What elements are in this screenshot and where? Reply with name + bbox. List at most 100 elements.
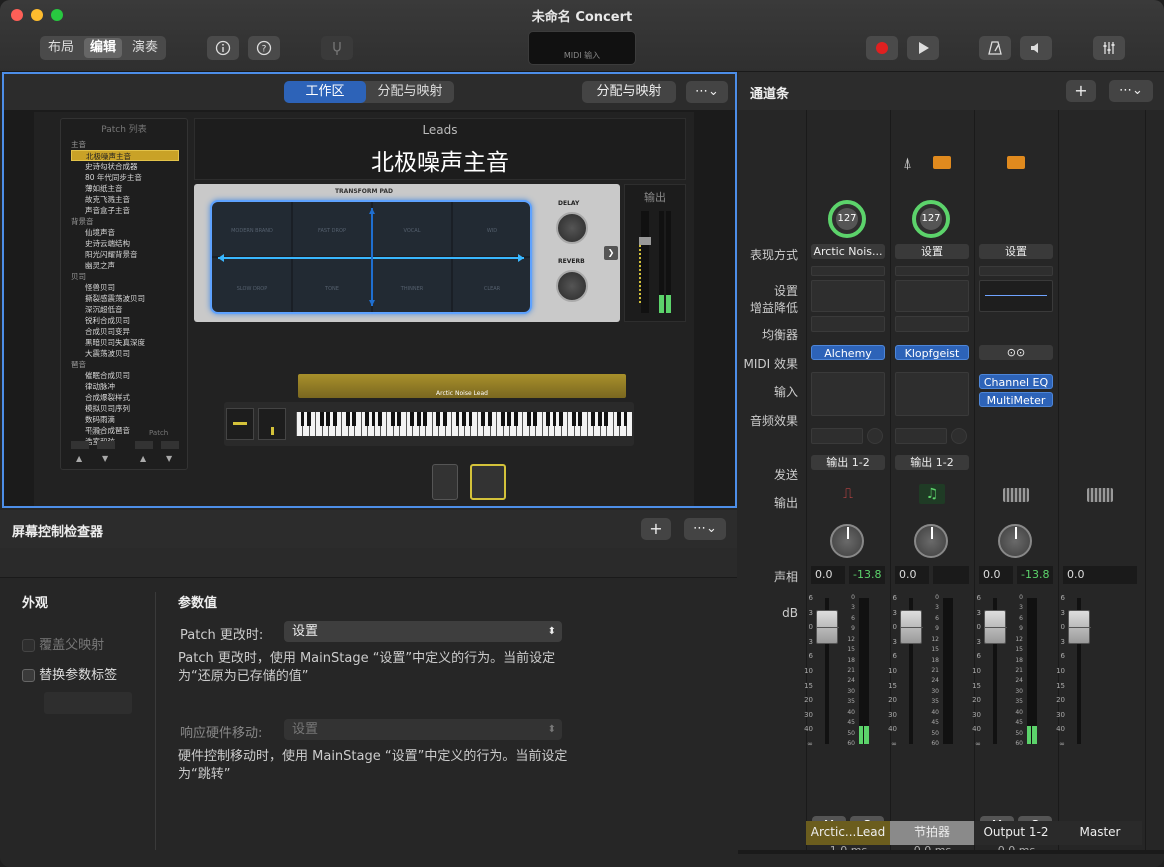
fader-handle[interactable] — [1068, 610, 1091, 645]
mode-perform-tab[interactable]: 演奏 — [126, 38, 164, 58]
fader-handle[interactable] — [900, 610, 923, 645]
output-fader-handle[interactable] — [639, 237, 651, 245]
patch-list-item[interactable]: 80 年代同步主音 — [61, 172, 187, 183]
pan-knob[interactable] — [830, 524, 864, 558]
black-key[interactable] — [416, 412, 421, 426]
black-key[interactable] — [546, 412, 550, 426]
black-key[interactable] — [500, 412, 505, 426]
black-key[interactable] — [306, 412, 311, 426]
black-key[interactable] — [319, 412, 324, 426]
settings-slot[interactable]: 设置 — [895, 244, 969, 259]
db-value[interactable]: 0.0 — [895, 566, 929, 584]
add-button[interactable]: + — [641, 518, 671, 540]
patch-list-item[interactable]: 律动脉冲 — [61, 381, 187, 392]
patch-field-2[interactable] — [161, 441, 179, 449]
next-page-arrow-icon[interactable]: ❯ — [604, 246, 618, 260]
pitch-wheel[interactable] — [226, 408, 254, 440]
pan-knob[interactable] — [914, 524, 948, 558]
inspector-more-button[interactable]: ⋯⌄ — [684, 518, 726, 540]
patch-up-arrow-icon[interactable]: ▲ — [140, 454, 146, 463]
folder-icon[interactable] — [933, 156, 951, 169]
black-key[interactable] — [442, 412, 447, 426]
patch-list-item[interactable]: 怪兽贝司 — [61, 282, 187, 293]
eq-slot[interactable] — [811, 280, 885, 312]
patch-list-item[interactable]: 深沉超低音 — [61, 304, 187, 315]
patch-change-select[interactable]: 设置 ⬍ — [284, 621, 562, 642]
add-channel-button[interactable]: + — [1066, 80, 1096, 102]
send-slot[interactable] — [811, 428, 863, 444]
audio-interface-icon[interactable] — [1003, 488, 1029, 502]
expression-pedal[interactable] — [432, 464, 458, 500]
send-slot[interactable] — [895, 428, 947, 444]
output-slot[interactable]: 输出 1-2 — [811, 455, 885, 470]
help-button[interactable]: ? — [248, 36, 280, 60]
black-key[interactable] — [371, 412, 376, 426]
metronome-icon[interactable]: ⍋ — [903, 154, 912, 172]
mode-edit-tab[interactable]: 编辑 — [84, 38, 122, 58]
black-key[interactable] — [410, 412, 415, 426]
sustain-pedal[interactable] — [470, 464, 506, 500]
speaker-button[interactable] — [1020, 36, 1052, 60]
patch-list-item[interactable]: 锐利合成贝司 — [61, 315, 187, 326]
eq-slot[interactable] — [979, 280, 1053, 312]
black-key[interactable] — [552, 412, 557, 426]
gain-reduction-slot[interactable] — [811, 266, 885, 276]
patch-list-item[interactable]: 故克飞溅主音 — [61, 194, 187, 205]
patch-list-item[interactable]: 大震荡波贝司 — [61, 348, 187, 359]
patch-list-item[interactable]: 合成贝司变异 — [61, 326, 187, 337]
patch-list-item[interactable]: 合成爆裂样式 — [61, 392, 187, 403]
keyboard-stand-icon[interactable]: ⎍ — [835, 484, 861, 504]
db-value[interactable]: 0.0 — [811, 566, 845, 584]
hw-move-select[interactable]: 设置 ⬍ — [284, 719, 562, 740]
audio-fx-slot[interactable] — [811, 372, 885, 416]
black-key[interactable] — [468, 412, 473, 426]
patch-list-item[interactable]: 史诗云端结构 — [61, 238, 187, 249]
black-key[interactable] — [533, 412, 537, 426]
settings-slot[interactable]: 设置 — [979, 244, 1053, 259]
record-button[interactable] — [866, 36, 898, 60]
black-key[interactable] — [487, 412, 492, 426]
channel-name-tab[interactable]: Arctic...Lead — [806, 821, 890, 845]
patch-group-header[interactable]: 琶音 — [61, 359, 187, 370]
channel-name-tab[interactable]: Master — [1058, 821, 1142, 845]
channel-name-tab[interactable]: 节拍器 — [890, 821, 974, 845]
black-key[interactable] — [591, 412, 596, 426]
gain-reduction-slot[interactable] — [979, 266, 1053, 276]
input-instrument-slot[interactable]: Klopfgeist — [895, 345, 969, 360]
expression-knob[interactable]: 127 — [912, 200, 950, 238]
mod-wheel[interactable] — [258, 408, 286, 440]
black-key[interactable] — [597, 412, 602, 426]
output-fader-track[interactable] — [641, 211, 649, 313]
metronome-button[interactable] — [979, 36, 1011, 60]
fader-handle[interactable] — [816, 610, 839, 645]
tab-assign-map[interactable]: 分配与映射 — [366, 81, 454, 103]
set-up-arrow-icon[interactable]: ▲ — [76, 454, 82, 463]
black-key[interactable] — [423, 412, 428, 426]
audio-fx-slot[interactable]: MultiMeter — [979, 392, 1053, 407]
folder-icon[interactable] — [1007, 156, 1025, 169]
black-key[interactable] — [397, 412, 402, 426]
assign-map-button[interactable]: 分配与映射 — [582, 81, 676, 103]
patch-list-item[interactable]: 幽灵之声 — [61, 260, 187, 271]
midi-fx-slot[interactable] — [811, 316, 885, 332]
black-key[interactable] — [617, 412, 621, 426]
peak-value[interactable] — [933, 566, 969, 584]
patch-list-item[interactable]: 黑暗贝司失真深度 — [61, 337, 187, 348]
patch-group-header[interactable]: 主音 — [61, 139, 187, 150]
channel-more-button[interactable]: ⋯⌄ — [1109, 80, 1153, 102]
patch-down-arrow-icon[interactable]: ▼ — [166, 454, 172, 463]
mixer-button[interactable] — [1093, 36, 1125, 60]
patch-group-header[interactable]: 贝司 — [61, 271, 187, 282]
patch-list-item[interactable]: 催眠合成贝司 — [61, 370, 187, 381]
set-field[interactable] — [71, 441, 89, 449]
mode-layout-tab[interactable]: 布局 — [42, 38, 80, 58]
black-key[interactable] — [481, 412, 486, 426]
replace-label-checkbox[interactable] — [22, 669, 35, 682]
reverb-knob[interactable] — [556, 270, 588, 302]
music-note-icon[interactable]: ♫ — [919, 484, 945, 504]
audio-fx-slot[interactable]: Channel EQ — [979, 374, 1053, 389]
db-value[interactable]: 0.0 — [1063, 566, 1137, 584]
input-instrument-slot[interactable]: Alchemy — [811, 345, 885, 360]
set-down-arrow-icon[interactable]: ▼ — [102, 454, 108, 463]
patch-list-item[interactable]: 撕裂感震荡波贝司 — [61, 293, 187, 304]
